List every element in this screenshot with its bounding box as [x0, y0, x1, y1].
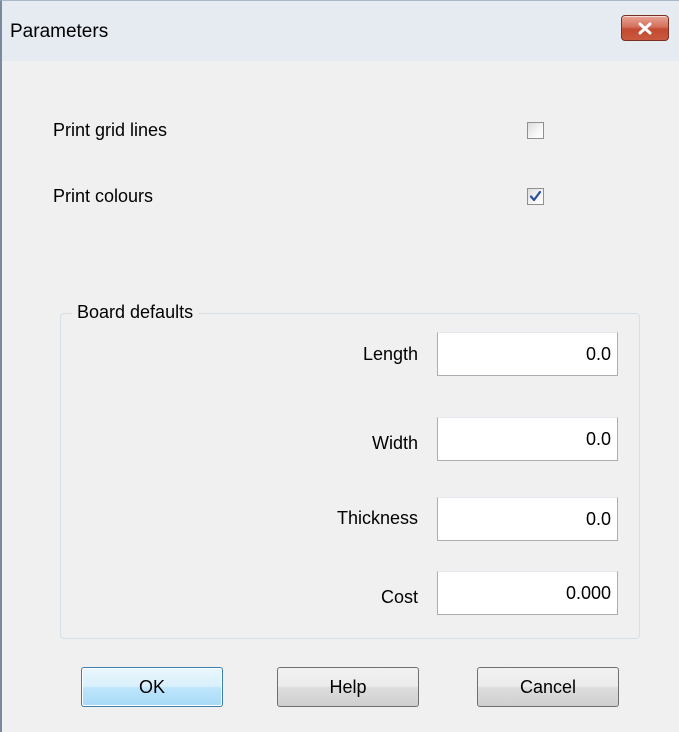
ok-button[interactable]: OK: [81, 667, 223, 707]
width-input[interactable]: [437, 417, 618, 461]
close-icon: [638, 22, 652, 35]
length-input[interactable]: [437, 332, 618, 376]
print-colours-checkbox[interactable]: [527, 188, 544, 205]
print-colours-label: Print colours: [53, 186, 154, 206]
parameters-dialog: Parameters Print grid lines Print colour…: [0, 0, 679, 732]
thickness-label: Thickness: [336, 508, 418, 528]
print-grid-lines-checkbox[interactable]: [527, 122, 544, 139]
checkmark-icon: [529, 190, 542, 202]
thickness-input[interactable]: [437, 497, 618, 541]
width-label: Width: [371, 433, 418, 453]
cancel-button[interactable]: Cancel: [477, 667, 619, 707]
help-button[interactable]: Help: [277, 667, 419, 707]
board-defaults-legend: Board defaults: [72, 301, 199, 323]
close-button[interactable]: [621, 15, 669, 41]
cost-label: Cost: [380, 587, 418, 607]
window-title: Parameters: [10, 21, 109, 42]
length-label: Length: [362, 344, 418, 364]
print-grid-lines-label: Print grid lines: [53, 120, 168, 140]
title-bar[interactable]: Parameters: [2, 1, 679, 61]
cost-input[interactable]: [437, 571, 618, 615]
